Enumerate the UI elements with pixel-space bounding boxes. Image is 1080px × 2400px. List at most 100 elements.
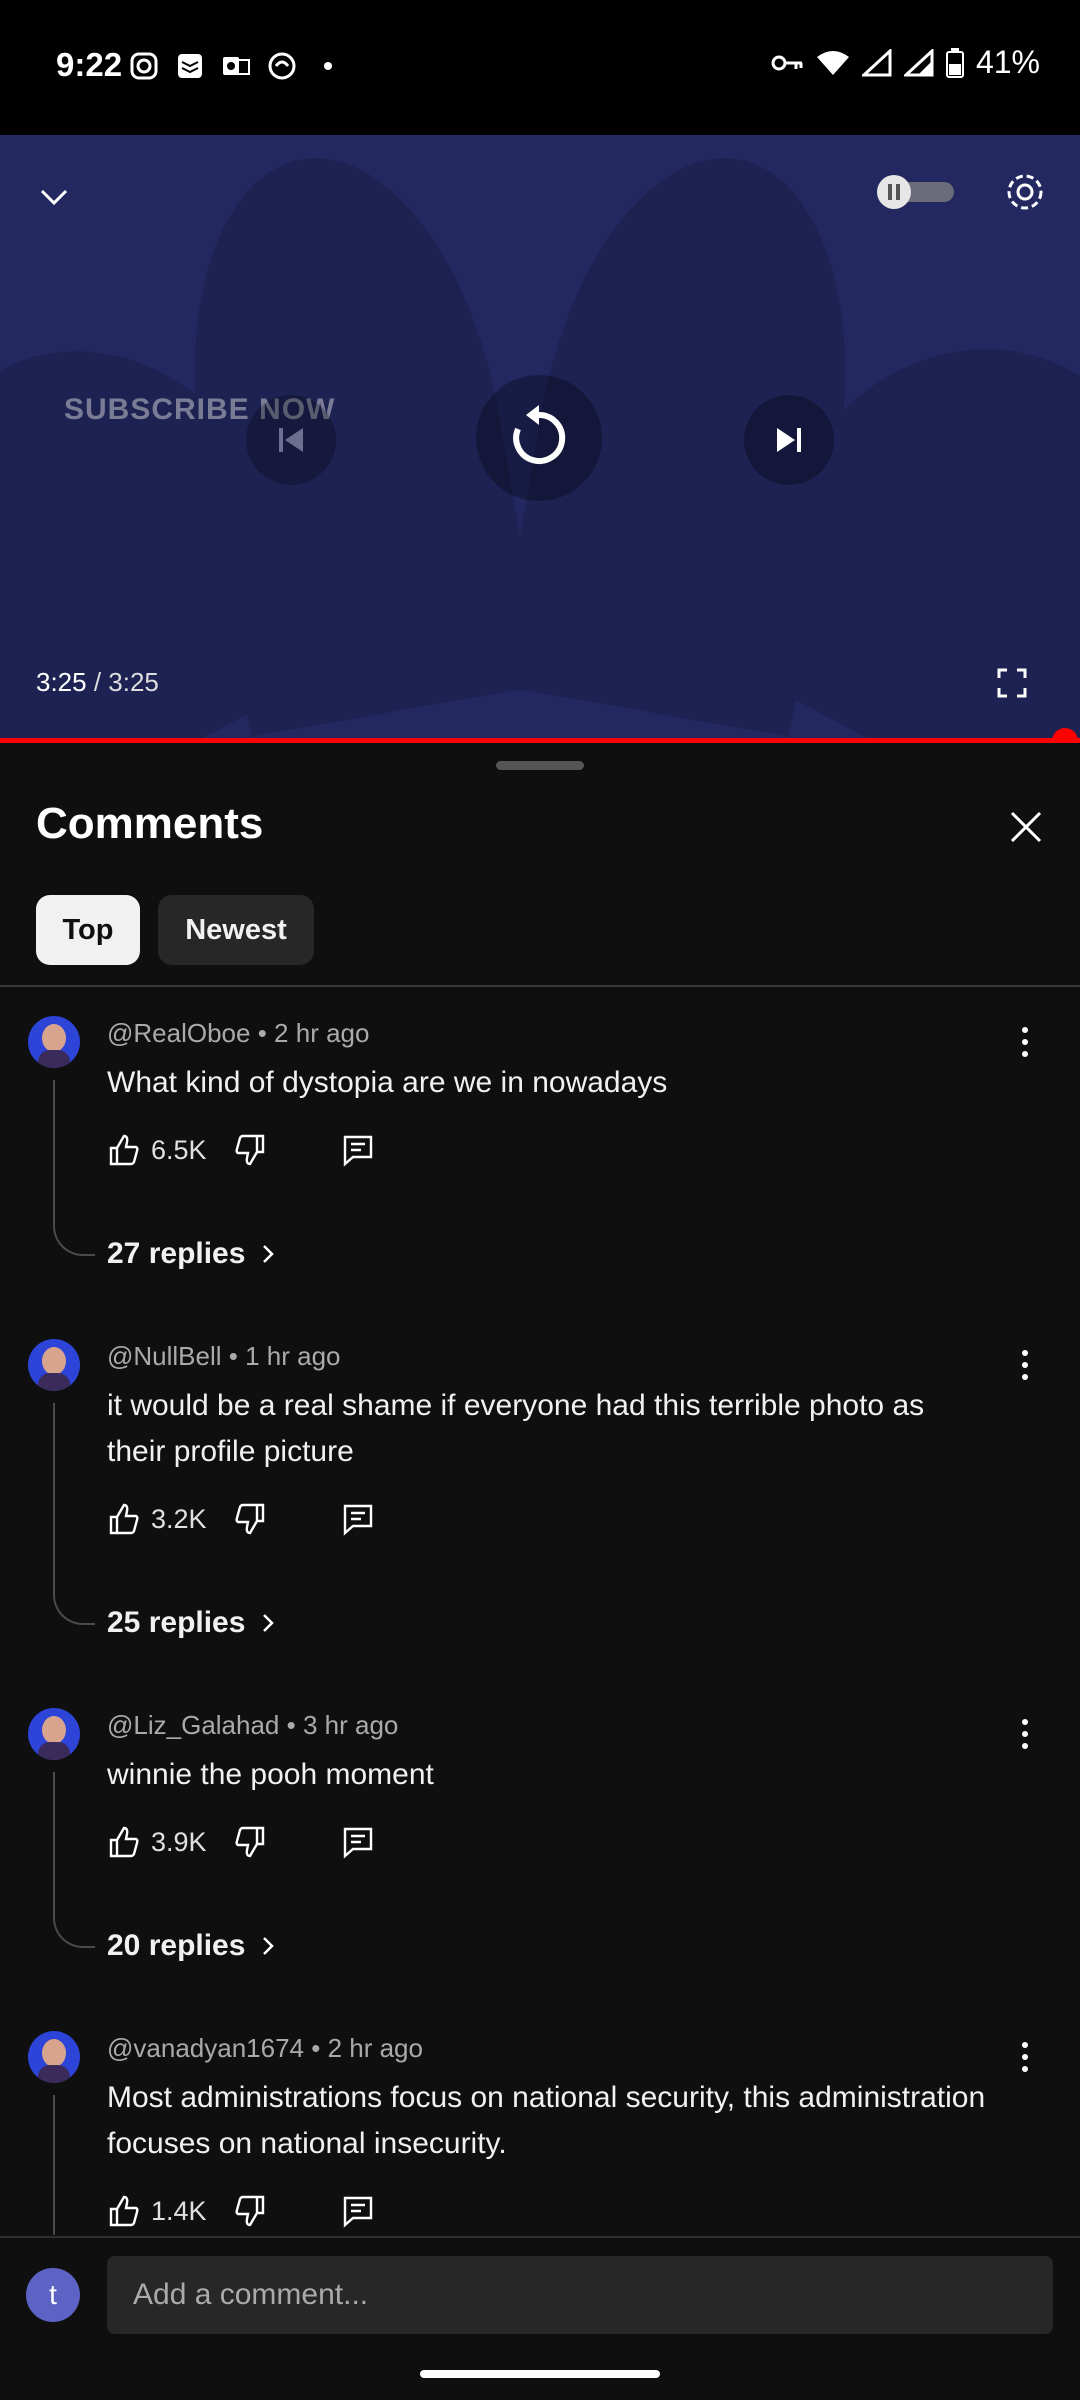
comment-meta: @NullBell • 1 hr ago bbox=[107, 1341, 341, 1372]
avatar[interactable] bbox=[28, 1708, 80, 1760]
meta-separator: • bbox=[279, 1710, 303, 1740]
meta-separator: • bbox=[221, 1341, 246, 1371]
divider bbox=[0, 985, 1080, 987]
skip-previous-icon bbox=[279, 428, 303, 452]
comment-text: it would be a real shame if everyone had… bbox=[107, 1389, 925, 1468]
collapse-chevron-icon[interactable] bbox=[32, 175, 76, 219]
thread-line bbox=[53, 2095, 55, 2235]
comment-author[interactable]: @Liz_Galahad bbox=[107, 1710, 279, 1740]
video-player[interactable]: SUBSCRIBE NOW 3:25 / 3:25 bbox=[0, 135, 1080, 743]
home-gesture-pill[interactable] bbox=[420, 2370, 660, 2378]
thread-curve bbox=[53, 1214, 95, 1256]
system-status: 41% bbox=[770, 44, 1040, 81]
gesture-nav-bar bbox=[0, 2340, 1080, 2400]
time-display: 3:25 / 3:25 bbox=[36, 667, 159, 698]
duration: 3:25 bbox=[108, 667, 159, 697]
comment-author[interactable]: @NullBell bbox=[107, 1341, 222, 1371]
autoplay-toggle[interactable] bbox=[874, 175, 956, 209]
instagram-icon bbox=[130, 52, 158, 80]
status-bar: 9:22 41% bbox=[0, 0, 1080, 135]
chevron-right-icon bbox=[263, 1614, 275, 1632]
more-notifications-dot-icon bbox=[324, 62, 332, 70]
user-avatar[interactable]: t bbox=[26, 2268, 80, 2322]
thumbs-down-icon[interactable] bbox=[233, 2194, 267, 2228]
replay-button[interactable] bbox=[476, 375, 602, 501]
avatar[interactable] bbox=[28, 1339, 80, 1391]
thumbs-up-icon[interactable] bbox=[107, 1825, 141, 1859]
thread-line bbox=[53, 1080, 55, 1216]
comment-actions: 3.9K bbox=[107, 1822, 375, 1862]
comment-text: Most administrations focus on national s… bbox=[107, 2081, 986, 2160]
comment-text: winnie the pooh moment bbox=[107, 1758, 434, 1791]
battery-percent: 41% bbox=[975, 44, 1040, 80]
app-notification-icon bbox=[268, 52, 296, 80]
previous-button[interactable] bbox=[246, 395, 336, 485]
view-replies-button[interactable]: 27 replies bbox=[107, 1237, 279, 1271]
vpn-key-icon bbox=[771, 55, 803, 70]
outlook-icon bbox=[223, 57, 250, 75]
filter-chip-newest[interactable]: Newest bbox=[158, 895, 314, 965]
gear-icon[interactable] bbox=[1002, 169, 1048, 215]
thumbs-up-icon[interactable] bbox=[107, 1133, 141, 1167]
drag-handle[interactable] bbox=[496, 761, 584, 770]
reply-icon[interactable] bbox=[341, 1133, 375, 1167]
thumbs-up-icon[interactable] bbox=[107, 1502, 141, 1536]
comment-meta: @RealOboe • 2 hr ago bbox=[107, 1018, 369, 1049]
current-time: 3:25 bbox=[36, 667, 87, 697]
comment-actions: 6.5K bbox=[107, 1130, 375, 1170]
thread-curve bbox=[53, 1906, 95, 1948]
comment-time: 1 hr ago bbox=[245, 1341, 341, 1371]
close-icon[interactable] bbox=[1004, 805, 1048, 849]
thread-line bbox=[53, 1403, 55, 1585]
view-replies-button[interactable]: 25 replies bbox=[107, 1606, 279, 1640]
thumbs-up-icon[interactable] bbox=[107, 2194, 141, 2228]
replies-count: 27 replies bbox=[107, 1237, 246, 1270]
thread-line bbox=[53, 1772, 55, 1908]
more-vertical-icon[interactable] bbox=[1010, 1716, 1040, 1752]
thread-curve bbox=[53, 1583, 95, 1625]
signal-roaming-icon bbox=[861, 48, 892, 76]
meta-separator: • bbox=[304, 2033, 328, 2063]
notification-icons bbox=[128, 50, 344, 82]
view-replies-button[interactable]: 20 replies bbox=[107, 1929, 279, 1963]
replay-icon bbox=[513, 405, 566, 464]
chevron-right-icon bbox=[263, 1937, 275, 1955]
thumbs-down-icon[interactable] bbox=[233, 1825, 267, 1859]
comment-actions: 1.4K bbox=[107, 2191, 375, 2231]
meta-separator: • bbox=[250, 1018, 275, 1048]
battery-icon bbox=[945, 47, 964, 78]
thumbs-down-icon[interactable] bbox=[233, 1133, 267, 1167]
reply-icon[interactable] bbox=[341, 2194, 375, 2228]
comment-time: 2 hr ago bbox=[327, 2033, 423, 2063]
like-count: 3.9K bbox=[151, 1826, 207, 1857]
comment-meta: @vanadyan1674 • 2 hr ago bbox=[107, 2033, 423, 2064]
comment-meta: @Liz_Galahad • 3 hr ago bbox=[107, 1710, 398, 1741]
next-button[interactable] bbox=[744, 395, 834, 485]
comment-text: What kind of dystopia are we in nowadays bbox=[107, 1066, 668, 1099]
reply-icon[interactable] bbox=[341, 1502, 375, 1536]
comment-time: 2 hr ago bbox=[274, 1018, 370, 1048]
comment-author[interactable]: @vanadyan1674 bbox=[107, 2033, 304, 2063]
filter-chip-top[interactable]: Top bbox=[36, 895, 140, 965]
todoist-icon bbox=[178, 54, 202, 78]
comment-author[interactable]: @RealOboe bbox=[107, 1018, 250, 1048]
comment-time: 3 hr ago bbox=[302, 1710, 399, 1740]
pause-toggle-icon bbox=[877, 175, 954, 209]
avatar[interactable] bbox=[28, 2031, 80, 2083]
more-vertical-icon[interactable] bbox=[1010, 1347, 1040, 1383]
add-comment-input[interactable] bbox=[107, 2256, 1053, 2334]
more-vertical-icon[interactable] bbox=[1010, 2039, 1040, 2075]
fullscreen-icon[interactable] bbox=[996, 667, 1028, 699]
signal-icon bbox=[903, 48, 934, 76]
status-time: 9:22 bbox=[56, 46, 123, 83]
like-count: 1.4K bbox=[151, 2195, 207, 2226]
more-vertical-icon[interactable] bbox=[1010, 1024, 1040, 1060]
reply-icon[interactable] bbox=[341, 1825, 375, 1859]
replies-count: 20 replies bbox=[107, 1929, 246, 1962]
replies-count: 25 replies bbox=[107, 1606, 246, 1639]
like-count: 6.5K bbox=[151, 1134, 207, 1165]
add-comment-bar: t bbox=[0, 2236, 1080, 2342]
chevron-right-icon bbox=[263, 1245, 275, 1263]
thumbs-down-icon[interactable] bbox=[233, 1502, 267, 1536]
avatar[interactable] bbox=[28, 1016, 80, 1068]
